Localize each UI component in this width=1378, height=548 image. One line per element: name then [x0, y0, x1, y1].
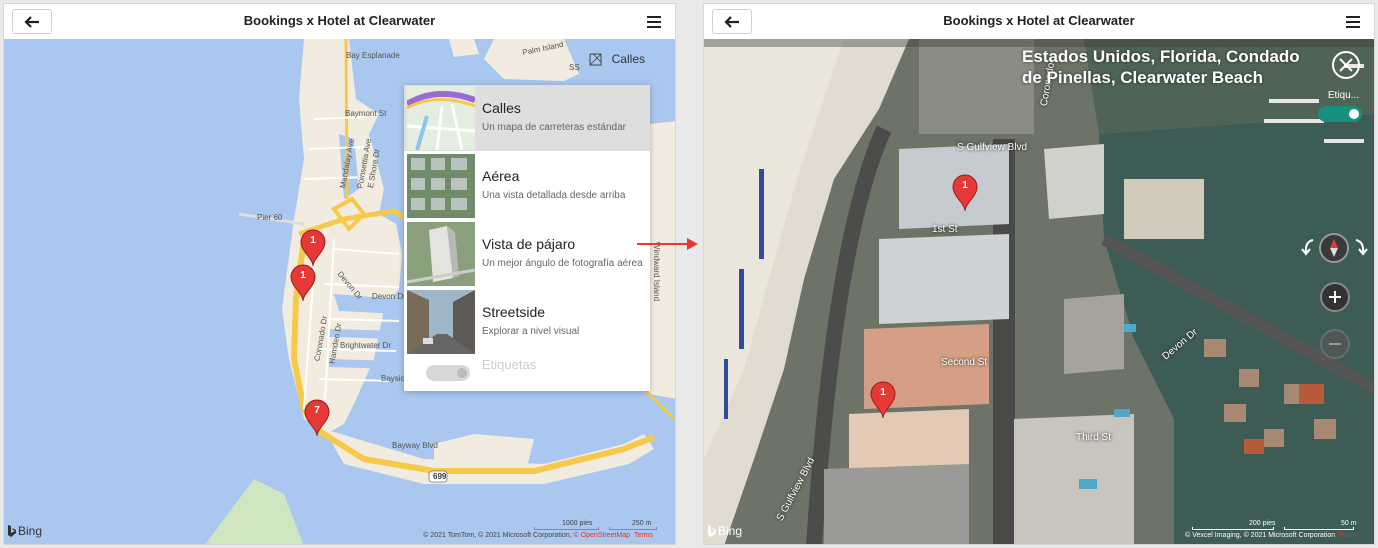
plus-icon	[1329, 291, 1341, 303]
map-label: SS	[569, 63, 580, 72]
menu-item-label: Aérea	[482, 168, 520, 184]
map-label: Baymont St	[345, 109, 387, 118]
osm-link[interactable]: © OpenStreetMap	[574, 532, 631, 539]
rotate-right-button[interactable]	[1348, 235, 1372, 259]
zoom-in-button[interactable]	[1320, 282, 1350, 312]
hamburger-menu-icon[interactable]	[1346, 16, 1360, 28]
map-style-menu: Calles Un mapa de carreteras estándar Aé…	[404, 85, 650, 391]
aerial-thumbnail	[407, 154, 475, 218]
bing-icon	[708, 525, 716, 537]
bing-label: Bing	[18, 524, 43, 538]
map-pin[interactable]: 7	[304, 399, 330, 437]
map-label: Bayway Blvd	[392, 441, 438, 450]
rotate-right-icon	[1355, 239, 1368, 256]
map-style-label: Calles	[611, 52, 645, 66]
right-window: Bookings x Hotel at Clearwater S Gulfvie…	[703, 3, 1375, 545]
labels-toggle-label: Etiquetas	[482, 357, 537, 372]
map-label: Bay Esplanade	[346, 51, 400, 60]
menu-item-desc: Una vista detallada desde arriba	[482, 190, 626, 201]
rotate-left-icon	[1301, 239, 1314, 256]
map-copyright: © 2021 TomTom, © 2021 Microsoft Corporat…	[423, 532, 653, 539]
bing-logo: Bing	[8, 524, 42, 538]
pin-count: 7	[314, 405, 320, 416]
bing-logo: Bing	[708, 524, 742, 538]
close-icon	[1339, 58, 1353, 72]
labels-toggle-disabled[interactable]	[426, 365, 470, 381]
map-pin[interactable]: 1	[300, 229, 326, 267]
location-title: Estados Unidos, Florida, Condado de Pine…	[1022, 47, 1300, 87]
rotate-left-button[interactable]	[1297, 235, 1321, 259]
copyright-text: © 2021 TomTom, © 2021 Microsoft Corporat…	[423, 532, 574, 539]
route-shield-label: 699	[433, 472, 447, 481]
pin-count: 1	[880, 387, 886, 398]
menu-item-calles[interactable]: Calles Un mapa de carreteras estándar	[404, 85, 650, 151]
scale-bar	[609, 527, 657, 530]
pin-count: 1	[300, 270, 306, 281]
header: Bookings x Hotel at Clearwater	[704, 4, 1374, 39]
scale-bar	[1284, 527, 1354, 530]
scale-imperial: 1000 pies	[562, 520, 593, 527]
close-button[interactable]	[1332, 51, 1360, 79]
street-label: S Gulfview Blvd	[957, 142, 1028, 153]
scale-bar	[1192, 527, 1274, 530]
map-layers-icon	[589, 53, 602, 65]
transition-arrow-icon	[637, 238, 698, 250]
map-label: Pier 60	[257, 213, 283, 222]
birds-eye-thumbnail	[407, 222, 475, 286]
page-title: Bookings x Hotel at Clearwater	[943, 13, 1135, 28]
left-window: Bookings x Hotel at Clearwater Bay Espla…	[3, 3, 676, 545]
scale-imperial: 200 pies	[1249, 520, 1276, 527]
menu-item-vista-de-pajaro[interactable]: Vista de pájaro Un mejor ángulo de fotog…	[404, 221, 650, 287]
terms-link[interactable]: Terms	[1337, 532, 1356, 539]
map-label: Devon Dr	[372, 292, 406, 301]
menu-item-desc: Un mejor ángulo de fotografía aérea	[482, 258, 643, 269]
scale-bar	[534, 527, 599, 530]
menu-item-desc: Explorar a nivel visual	[482, 326, 580, 337]
labels-toggle[interactable]	[1318, 106, 1362, 122]
menu-item-label: Calles	[482, 100, 521, 116]
pin-count: 1	[310, 235, 316, 246]
pin-count: 1	[962, 180, 968, 191]
street-map[interactable]: Bay Esplanade Palm Island SS Baymont St …	[4, 39, 675, 544]
birds-eye-map[interactable]: S Gulfview Blvd 1st St Second St Third S…	[704, 39, 1374, 544]
page-title: Bookings x Hotel at Clearwater	[243, 13, 436, 28]
map-label: Brightwater Dr	[340, 341, 392, 350]
compass-icon	[1330, 239, 1338, 257]
menu-item-aerea[interactable]: Aérea Una vista detallada desde arriba	[404, 153, 650, 219]
minus-icon	[1329, 343, 1341, 345]
menu-item-desc: Un mapa de carreteras estándar	[482, 122, 626, 133]
copyright-text: © Vexcel Imaging, © 2021 Microsoft Corpo…	[1185, 532, 1337, 539]
map-copyright: © Vexcel Imaging, © 2021 Microsoft Corpo…	[1185, 532, 1356, 539]
street-label: 1st St	[932, 224, 958, 235]
menu-item-label: Streetside	[482, 304, 546, 320]
header: Bookings x Hotel at Clearwater	[4, 4, 675, 39]
bing-label: Bing	[718, 524, 743, 538]
map-pin[interactable]: 1	[952, 174, 978, 212]
scale-metric: 50 m	[1341, 520, 1357, 527]
compass-button[interactable]	[1319, 233, 1349, 263]
scale-metric: 250 m	[632, 520, 652, 527]
street-label: Second St	[941, 357, 988, 368]
road-map-thumbnail	[407, 86, 475, 150]
map-pin[interactable]: 1	[870, 381, 896, 419]
labels-toggle-label: Etiqu...	[1327, 90, 1359, 101]
zoom-out-button[interactable]	[1320, 329, 1350, 359]
bing-icon	[8, 525, 16, 537]
street-label: Third St	[1076, 432, 1112, 443]
streetside-thumbnail	[407, 290, 475, 354]
terms-link[interactable]: Terms	[634, 532, 653, 539]
menu-item-label: Vista de pájaro	[482, 236, 576, 252]
map-pin[interactable]: 1	[290, 264, 316, 302]
menu-item-streetside[interactable]: Streetside Explorar a nivel visual	[404, 289, 650, 355]
hamburger-menu-icon[interactable]	[647, 16, 661, 28]
map-label: Baysid	[381, 374, 406, 383]
map-style-button[interactable]: Calles	[589, 52, 645, 66]
